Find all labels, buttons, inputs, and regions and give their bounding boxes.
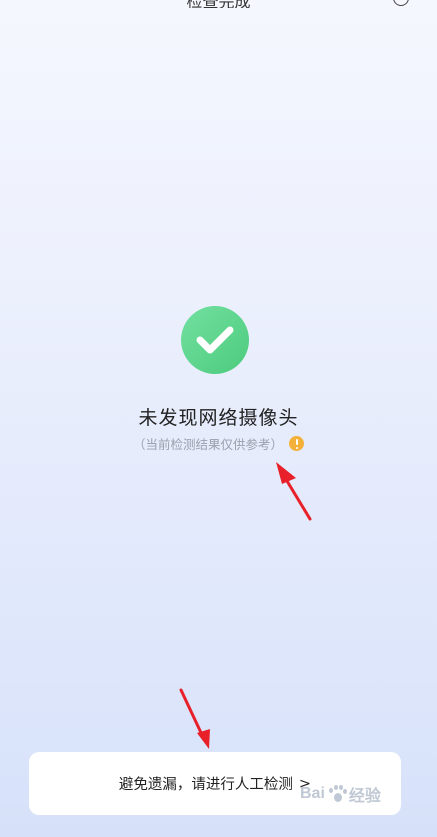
annotation-arrow-lower (179, 688, 210, 749)
checkmark-icon (196, 326, 234, 354)
annotation-arrow-upper (276, 462, 312, 521)
watermark: Bai 经验 (300, 782, 381, 806)
manual-check-label: 避免遗漏，请进行人工检测 (118, 777, 293, 793)
top-bar: 检查完成 (0, 0, 437, 8)
result-note: （当前检测结果仅供参考） (0, 434, 437, 453)
success-checkmark-icon (181, 306, 249, 374)
exclamation-icon[interactable] (289, 436, 304, 451)
watermark-text-right: 经验 (348, 788, 381, 805)
paw-icon (327, 784, 347, 804)
page-title: 检查完成 (0, 0, 437, 8)
watermark-text-left: Bai (300, 785, 325, 802)
result-title: 未发现网络摄像头 (138, 407, 299, 429)
result-note-text: （当前检测结果仅供参考） (132, 437, 283, 452)
